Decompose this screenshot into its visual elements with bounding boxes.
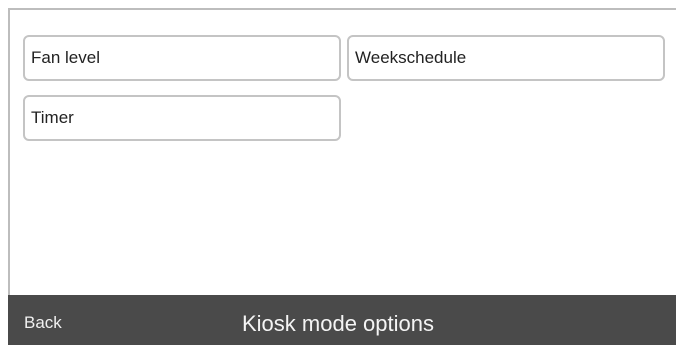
- footer-bar: Back Kiosk mode options: [8, 295, 676, 345]
- kiosk-options-screen: Fan level Weekschedule Timer Back Kiosk …: [0, 0, 676, 345]
- weekschedule-button[interactable]: Weekschedule: [347, 35, 665, 81]
- page-title: Kiosk mode options: [242, 311, 434, 336]
- fan-level-button[interactable]: Fan level: [23, 35, 341, 81]
- back-button[interactable]: Back: [24, 295, 62, 345]
- timer-button[interactable]: Timer: [23, 95, 341, 141]
